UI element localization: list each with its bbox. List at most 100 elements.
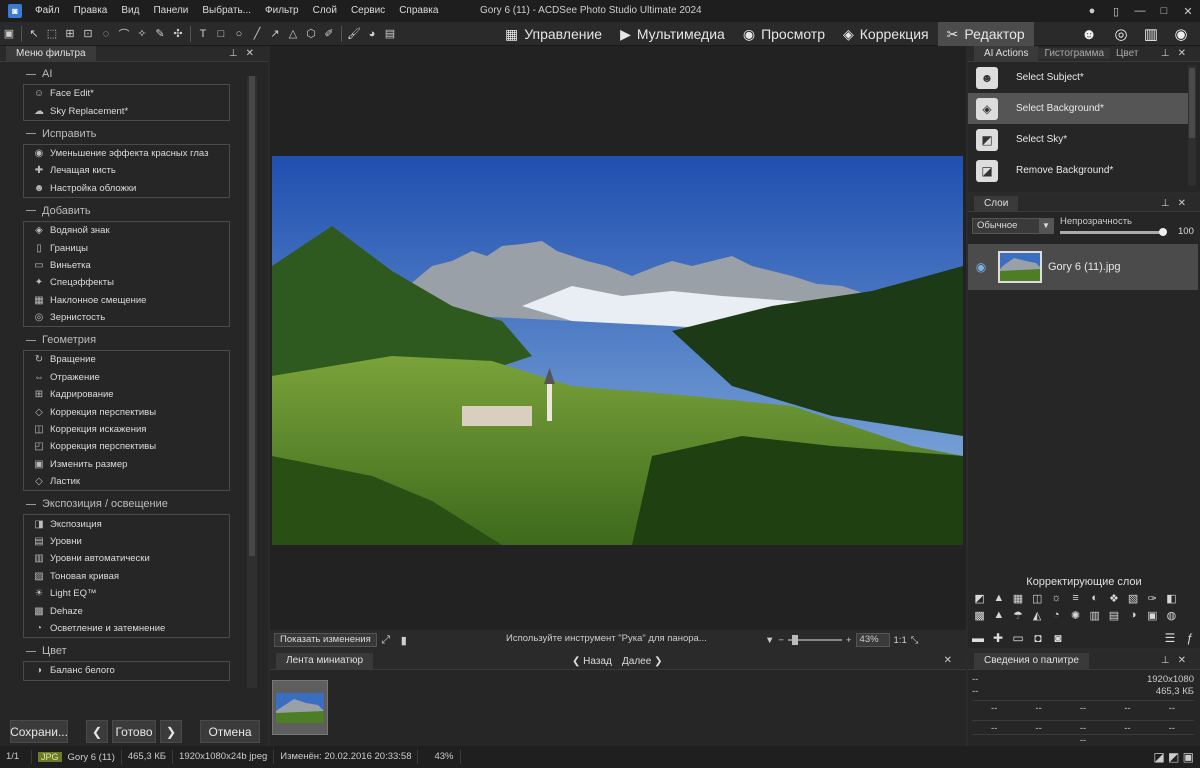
collapse-icon[interactable] <box>26 133 36 135</box>
filter-item[interactable]: ☀ Light EQ™ <box>24 585 229 602</box>
menu-item[interactable]: Панели <box>146 0 195 22</box>
panel-controls[interactable]: ⊥✕ <box>1161 198 1200 209</box>
collapse-icon[interactable] <box>26 73 36 75</box>
scrollbar-thumb[interactable] <box>1189 68 1195 138</box>
mode-tab[interactable]: ▦ Управление <box>496 22 611 46</box>
filter-item[interactable]: ◇ Коррекция перспективы <box>24 403 229 420</box>
filter-item[interactable]: ◨ Экспозиция <box>24 515 229 532</box>
split-tone-adjust-icon[interactable]: ◧ <box>1162 592 1181 608</box>
menu-item[interactable]: Вид <box>114 0 146 22</box>
tab-ai-actions[interactable]: AI Actions <box>974 45 1039 62</box>
shape-tool-icon[interactable]: ⬡ <box>302 25 320 43</box>
wb-adjust-icon[interactable]: ☂ <box>1008 609 1027 625</box>
mode-tab[interactable]: ◈ Коррекция <box>834 22 938 46</box>
filter-item[interactable]: ↻ Вращение <box>24 351 229 368</box>
menu-item[interactable]: Слой <box>306 0 344 22</box>
save-button[interactable]: Сохрани... <box>10 720 68 743</box>
panel-controls[interactable]: ⊥✕ <box>1161 655 1200 666</box>
filter-item[interactable]: ☻ Настройка обложки <box>24 180 229 197</box>
photo-filter-adjust-icon[interactable]: ▩ <box>970 609 989 625</box>
levels-adjust-icon[interactable]: ▲ <box>989 592 1008 608</box>
rectangle-tool-icon[interactable]: □ <box>212 25 230 43</box>
dropper-adjust-icon[interactable]: ✑ <box>1143 592 1162 608</box>
dashboard-mode-icon[interactable]: ▥ <box>1138 22 1164 46</box>
dehaze-adjust-icon[interactable]: ◔ <box>1047 609 1066 625</box>
lasso-tool-icon[interactable]: ⌒ <box>115 25 133 43</box>
arrow-tool-icon[interactable]: ↗ <box>266 25 284 43</box>
tab-filmstrip[interactable]: Лента миниатюр <box>276 652 374 669</box>
brush-tool-icon[interactable]: 🖌 <box>345 25 363 43</box>
filter-item[interactable]: ▨ Тоновая кривая <box>24 568 229 585</box>
zoom-slider-handle[interactable] <box>791 635 798 645</box>
prev-button[interactable]: ❮ <box>86 720 108 743</box>
filter-scrollbar[interactable] <box>247 76 257 688</box>
zoom-menu-icon[interactable]: ▼ <box>765 635 774 646</box>
filter-item[interactable]: ◉ Уменьшение эффекта красных глаз <box>24 145 229 162</box>
filter-item[interactable]: ✦ Спецэффекты <box>24 274 229 291</box>
zoom-ratio[interactable]: 1:1 <box>894 635 907 646</box>
close-button[interactable]: ✕ <box>1176 5 1200 18</box>
image-canvas[interactable] <box>270 46 966 630</box>
pointer-tool-icon[interactable]: ↖ <box>25 25 43 43</box>
filter-section-header[interactable]: AI <box>0 66 246 82</box>
filter-item[interactable]: ▯ Границы <box>24 239 229 256</box>
color-balance-adjust-icon[interactable]: ≡ <box>1066 592 1085 608</box>
filter-section-header[interactable]: Добавить <box>0 203 246 219</box>
filter-item[interactable]: ▤ Уровни <box>24 533 229 550</box>
effect-adjust-icon[interactable]: ✺ <box>1066 609 1085 625</box>
thumbnail-item[interactable] <box>272 680 328 735</box>
panel-controls[interactable]: ⊥✕ <box>1161 48 1200 59</box>
account-icon[interactable]: ● <box>1080 5 1104 17</box>
gradient-tool-icon[interactable]: ▤ <box>381 25 399 43</box>
filter-item[interactable]: ▣ Изменить размер <box>24 456 229 473</box>
mode-tab[interactable]: ▶ Мультимедиа <box>611 22 734 46</box>
filter-item[interactable]: ◇ Ластик <box>24 473 229 490</box>
layout-icon[interactable]: ▯ <box>1104 5 1128 18</box>
menu-item[interactable]: Выбрать... <box>195 0 258 22</box>
curves-adjust-icon[interactable]: ▦ <box>1008 592 1027 608</box>
fill-tool-icon[interactable]: ◕ <box>363 25 381 43</box>
filter-section-header[interactable]: Исправить <box>0 126 246 142</box>
show-changes-button[interactable]: Показать изменения <box>274 633 377 647</box>
threshold-adjust-icon[interactable]: ▣ <box>1143 609 1162 625</box>
mode-tab[interactable]: ◉ Просмотр <box>734 22 834 46</box>
filter-section-header[interactable]: Цвет <box>0 643 246 659</box>
filter-item[interactable]: ◰ Коррекция перспективы <box>24 438 229 455</box>
maximize-button[interactable]: □ <box>1152 5 1176 17</box>
done-button[interactable]: Готово <box>112 720 156 743</box>
visibility-eye-icon[interactable]: ◉ <box>968 260 994 274</box>
tab-histogram[interactable]: Гистограмма <box>1038 48 1111 59</box>
pan-tool-icon[interactable]: ▣ <box>0 25 18 43</box>
opacity-slider[interactable] <box>1060 228 1167 236</box>
filter-item[interactable]: ◈ Водяной знак <box>24 222 229 239</box>
menu-item[interactable]: Фильтр <box>258 0 306 22</box>
layer-row[interactable]: ◉ Gory 6 (11).jpg <box>968 244 1198 290</box>
people-mode-icon[interactable]: ☻ <box>1076 22 1102 46</box>
photo-image[interactable] <box>272 156 963 545</box>
filter-section-header[interactable]: Геометрия <box>0 332 246 348</box>
filter-item[interactable]: ◔ Осветление и затемнение <box>24 620 229 637</box>
layer-menu-icon[interactable]: ☰ <box>1160 631 1180 645</box>
invert-adjust-icon[interactable]: ◑ <box>1124 609 1143 625</box>
365-mode-icon[interactable]: ◎ <box>1108 22 1134 46</box>
scrollbar-thumb[interactable] <box>249 76 255 556</box>
gradient-adjust-icon[interactable]: ▤ <box>1104 609 1123 625</box>
filter-item[interactable]: ◑ Баланс белого <box>24 662 229 679</box>
collapse-icon[interactable] <box>26 339 36 341</box>
ellipse-select-icon[interactable]: ◌ <box>97 25 115 43</box>
status-icons[interactable]: ◪ ◩ ▣ <box>1153 750 1200 764</box>
transform-tool-icon[interactable]: ⊞ <box>61 25 79 43</box>
tone-adjust-icon[interactable]: ◭ <box>1028 609 1047 625</box>
opacity-slider-handle[interactable] <box>1159 228 1167 236</box>
exposure-adjust-icon[interactable]: ◩ <box>970 592 989 608</box>
polygon-tool-icon[interactable]: △ <box>284 25 302 43</box>
filter-item[interactable]: ☁ Sky Replacement* <box>24 102 229 119</box>
text-tool-icon[interactable]: T <box>194 25 212 43</box>
collapse-icon[interactable] <box>26 503 36 505</box>
line-tool-icon[interactable]: ╱ <box>248 25 266 43</box>
filter-section-header[interactable]: Экспозиция / освещение <box>0 496 246 512</box>
fx-icon[interactable]: ƒ <box>1180 631 1200 645</box>
brush-select-icon[interactable]: ✎ <box>151 25 169 43</box>
fullscreen-icon[interactable]: ⤢ <box>377 631 395 649</box>
histogram-icon[interactable]: ▮ <box>395 631 413 649</box>
